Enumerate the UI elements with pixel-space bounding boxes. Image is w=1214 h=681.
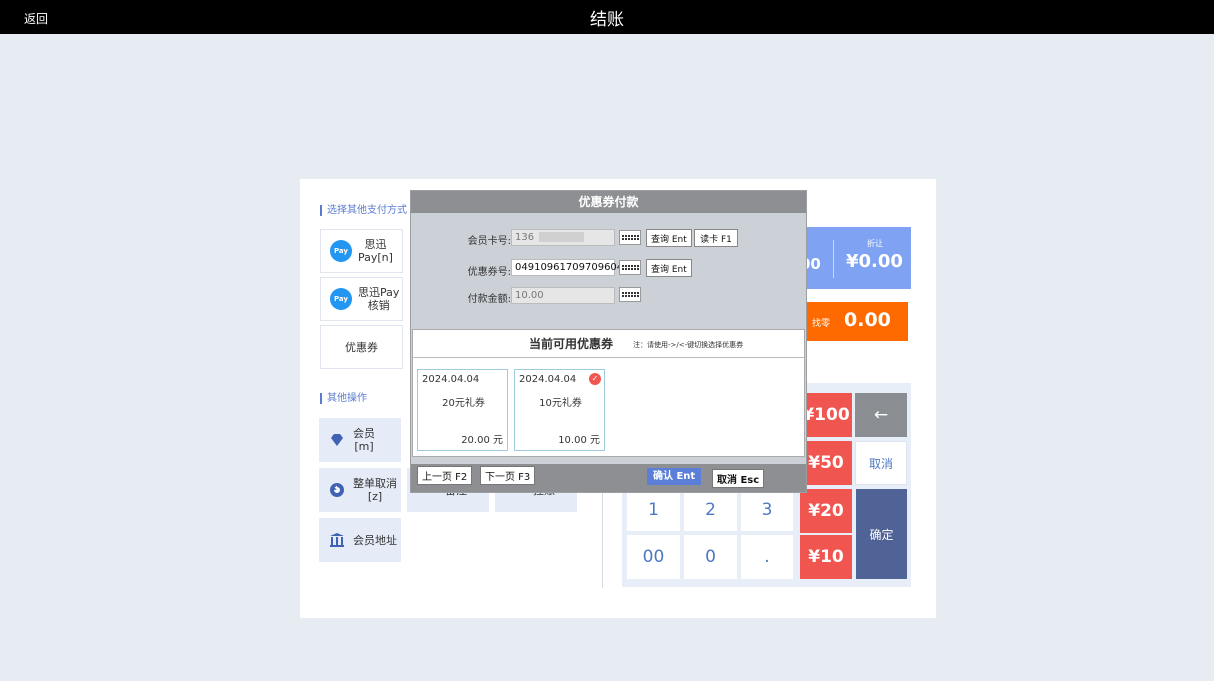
cancel-order-button[interactable]: 整单取消 [z] (319, 468, 401, 512)
coupon-number-input[interactable]: 049109617097096041 (511, 259, 630, 276)
quick-10-button[interactable]: ¥10 (800, 535, 852, 579)
available-coupons-panel: 当前可用优惠券 注：请使用->/<-键切换选择优惠券 2024.04.04 20… (412, 329, 805, 457)
coupon-date: 2024.04.04 (422, 374, 480, 385)
change-box: 找零 0.00 (790, 302, 908, 341)
backspace-button[interactable]: ← (855, 393, 907, 437)
pay-icon: Pay (330, 288, 352, 310)
coupon-list-title: 当前可用优惠券 (529, 337, 614, 351)
pay-label-line2: Pay[n] (358, 251, 393, 264)
payment-amount-label: 付款金额: (467, 294, 511, 305)
sixun-pay-verify-button[interactable]: Pay 思迅Pay 核销 (320, 277, 403, 321)
confirm-ent-button[interactable]: 确认 Ent (647, 468, 702, 485)
member-card-label: 会员卡号: (467, 236, 511, 247)
coupon-name: 20元礼券 (442, 398, 485, 409)
keypad-confirm-button[interactable]: 确定 (856, 489, 907, 579)
key-1[interactable]: 1 (627, 489, 680, 531)
coupon-payment-dialog: 优惠券付款 会员卡号: 136 查询 Ent 读卡 F1 优惠券号: 04910… (410, 190, 807, 493)
pay-label-line2: 核销 (367, 299, 390, 312)
key-2[interactable]: 2 (684, 489, 737, 531)
coupon-card-selected[interactable]: 2024.04.04 ✓ 10元礼券 10.00 元 (514, 369, 605, 451)
pay-label-line1: 思迅 (364, 238, 387, 251)
discount-label: 折让 (867, 239, 883, 248)
keyboard-icon[interactable] (619, 260, 641, 275)
pay-label-line1: 思迅Pay (358, 286, 400, 299)
cancel-order-shortcut: [z] (367, 490, 383, 503)
quick-100-button[interactable]: ¥100 (800, 393, 852, 437)
coupon-date: 2024.04.04 (519, 374, 577, 385)
quick-20-button[interactable]: ¥20 (800, 489, 852, 533)
pay-icon: Pay (330, 240, 352, 262)
coupon-amount: 10.00 元 (558, 435, 600, 446)
keyboard-icon[interactable] (619, 230, 641, 245)
member-button[interactable]: 会员 [m] (319, 418, 401, 462)
top-bar: 返回 结账 (0, 0, 1214, 34)
change-value: 0.00 (844, 309, 891, 331)
coupon-list-header: 当前可用优惠券 注：请使用->/<-键切换选择优惠券 (413, 330, 804, 358)
keyboard-icon[interactable] (619, 287, 641, 302)
read-card-button[interactable]: 读卡 F1 (694, 229, 738, 247)
coupon-pay-button[interactable]: 优惠券 (320, 325, 403, 369)
check-icon: ✓ (589, 373, 601, 385)
sixun-pay-button[interactable]: Pay 思迅 Pay[n] (320, 229, 403, 273)
discount-value: ¥0.00 (846, 251, 903, 272)
dialog-footer: 上一页 F2 下一页 F3 确认 Ent 取消 Esc (411, 464, 806, 492)
ops-section-title: 其他操作 (320, 393, 367, 404)
coupon-list-note: 注：请使用->/<-键切换选择优惠券 (633, 341, 744, 349)
member-card-value: 136 (515, 232, 535, 243)
coupon-number-label: 优惠券号: (467, 267, 511, 278)
member-card-input[interactable]: 136 (511, 229, 615, 246)
member-label: 会员 (353, 427, 375, 440)
quick-50-button[interactable]: ¥50 (800, 441, 852, 485)
key-dot[interactable]: . (741, 535, 793, 579)
coupon-name: 10元礼券 (539, 398, 582, 409)
key-0[interactable]: 0 (684, 535, 737, 579)
page-title: 结账 (590, 10, 624, 30)
keypad-cancel-button[interactable]: 取消 (855, 441, 907, 485)
member-shortcut: [m] (354, 440, 374, 453)
key-00[interactable]: 00 (627, 535, 680, 579)
prev-page-button[interactable]: 上一页 F2 (417, 466, 473, 485)
cancel-order-label: 整单取消 (353, 477, 397, 490)
pay-section-title: 选择其他支付方式 (320, 205, 407, 216)
coupon-card[interactable]: 2024.04.04 20元礼券 20.00 元 (417, 369, 508, 451)
diamond-icon (329, 432, 345, 448)
summary-divider (833, 240, 834, 278)
key-3[interactable]: 3 (741, 489, 793, 531)
cancel-esc-button[interactable]: 取消 Esc (712, 469, 765, 488)
redaction-blur (539, 232, 585, 242)
member-address-button[interactable]: 会员地址 (319, 518, 401, 562)
query-coupon-button[interactable]: 查询 Ent (646, 259, 692, 277)
query-member-button[interactable]: 查询 Ent (646, 229, 692, 247)
dialog-title: 优惠券付款 (411, 191, 806, 213)
coupon-amount: 20.00 元 (461, 435, 503, 446)
next-page-button[interactable]: 下一页 F3 (480, 466, 536, 485)
member-address-label: 会员地址 (353, 534, 397, 547)
building-icon (329, 532, 345, 548)
undo-circle-icon (329, 482, 345, 498)
payment-amount-input[interactable]: 10.00 (511, 287, 615, 304)
discount-box: 00 折让 ¥0.00 (790, 227, 911, 289)
change-label: 找零 (812, 319, 831, 329)
coupon-pay-label: 优惠券 (345, 341, 378, 354)
